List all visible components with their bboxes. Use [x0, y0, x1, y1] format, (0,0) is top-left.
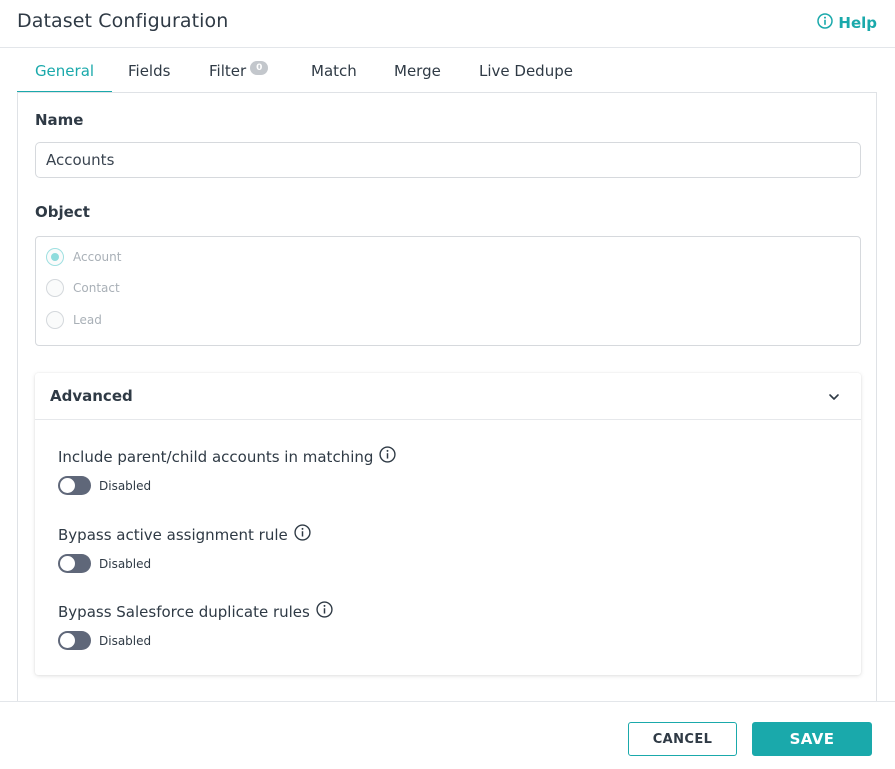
tab-fields[interactable]: Fields — [128, 48, 170, 93]
radio-option-account[interactable]: Account — [46, 248, 121, 266]
radio-button[interactable] — [46, 279, 64, 297]
info-icon[interactable] — [379, 446, 397, 467]
tab-filter[interactable]: Filter 0 — [209, 48, 269, 93]
option-label: Bypass active assignment rule — [58, 525, 288, 544]
radio-button[interactable] — [46, 248, 64, 266]
toggle-status: Disabled — [99, 556, 152, 571]
tab-live-dedupe[interactable]: Live Dedupe — [479, 48, 573, 93]
radio-label: Account — [73, 250, 122, 264]
advanced-section: Advanced Include parent/child accounts i… — [35, 373, 861, 675]
info-icon[interactable] — [316, 601, 333, 622]
page-title: Dataset Configuration — [17, 10, 229, 32]
toggle-status: Disabled — [99, 633, 152, 648]
toggle-status: Disabled — [99, 478, 152, 493]
advanced-title: Advanced — [50, 387, 133, 405]
tab-label: Filter — [209, 62, 247, 80]
help-link[interactable]: Help — [817, 13, 877, 33]
toggle-row-parent-child: Disabled — [58, 476, 151, 495]
radio-label: Contact — [73, 281, 120, 295]
tab-general[interactable]: General — [17, 48, 112, 93]
option-bypass-assignment: Bypass active assignment rule — [58, 524, 311, 545]
advanced-header[interactable]: Advanced — [35, 373, 861, 420]
toggle-switch[interactable] — [58, 476, 91, 495]
radio-option-contact[interactable]: Contact — [46, 279, 120, 297]
toggle-row-assignment: Disabled — [58, 554, 151, 573]
general-panel: Name Object Account Contact Lead Advance… — [17, 92, 877, 701]
tab-label: General — [34, 62, 95, 80]
object-radio-group: Account Contact Lead — [35, 236, 861, 346]
toggle-switch[interactable] — [58, 631, 91, 650]
tab-merge[interactable]: Merge — [394, 48, 441, 93]
name-label: Name — [35, 111, 84, 129]
tab-label: Fields — [128, 62, 171, 80]
dialog-footer: CANCEL SAVE — [0, 701, 895, 769]
radio-button[interactable] — [46, 311, 64, 329]
dialog-header: Dataset Configuration Help — [0, 0, 895, 48]
radio-label: Lead — [73, 313, 102, 327]
help-label: Help — [838, 14, 877, 32]
option-include-parent-child: Include parent/child accounts in matchin… — [58, 446, 397, 467]
tab-label: Merge — [394, 62, 441, 80]
radio-option-lead[interactable]: Lead — [46, 311, 102, 329]
info-icon — [817, 13, 834, 33]
option-label: Include parent/child accounts in matchin… — [58, 447, 374, 466]
tab-label: Match — [311, 62, 357, 80]
save-button[interactable]: SAVE — [752, 722, 872, 756]
option-label: Bypass Salesforce duplicate rules — [58, 602, 310, 621]
name-input[interactable] — [35, 142, 861, 178]
filter-count-badge: 0 — [250, 61, 269, 75]
tab-label: Live Dedupe — [479, 62, 573, 80]
option-bypass-duplicate: Bypass Salesforce duplicate rules — [58, 601, 333, 622]
cancel-button[interactable]: CANCEL — [628, 722, 737, 756]
chevron-down-icon[interactable] — [827, 389, 841, 408]
object-label: Object — [35, 203, 90, 221]
tab-bar: General Fields Filter 0 Match Merge Live … — [17, 48, 877, 93]
toggle-row-duplicate: Disabled — [58, 631, 151, 650]
tab-match[interactable]: Match — [311, 48, 357, 93]
toggle-switch[interactable] — [58, 554, 91, 573]
info-icon[interactable] — [294, 524, 311, 545]
